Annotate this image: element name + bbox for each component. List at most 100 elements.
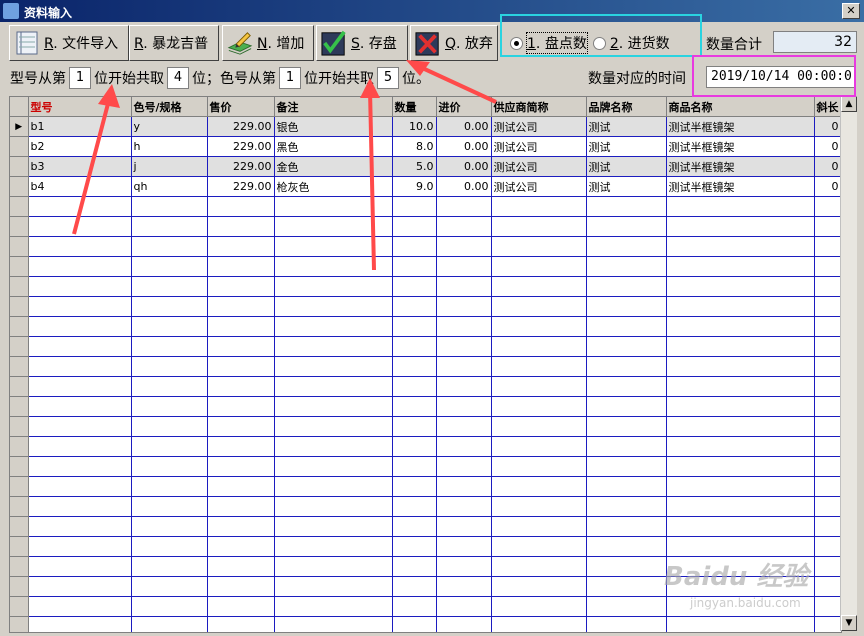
cell-price[interactable]: 229.00 xyxy=(207,136,275,157)
empty-cell[interactable] xyxy=(28,376,132,397)
empty-cell[interactable] xyxy=(491,376,587,397)
empty-cell[interactable] xyxy=(274,296,393,317)
table-row[interactable] xyxy=(10,256,841,277)
table-row[interactable] xyxy=(10,216,841,237)
cell-price[interactable]: 229.00 xyxy=(207,156,275,177)
empty-cell[interactable] xyxy=(207,256,275,277)
empty-cell[interactable] xyxy=(586,316,667,337)
cell-quantity[interactable]: 9.0 xyxy=(392,176,437,197)
empty-cell[interactable] xyxy=(274,196,393,217)
empty-cell[interactable] xyxy=(28,476,132,497)
table-row[interactable] xyxy=(10,376,841,397)
cell-color[interactable]: h xyxy=(131,136,208,157)
empty-cell[interactable] xyxy=(207,276,275,297)
empty-cell[interactable] xyxy=(436,296,492,317)
empty-cell[interactable] xyxy=(814,456,841,477)
cell-model[interactable]: b1 xyxy=(28,116,132,137)
empty-cell[interactable] xyxy=(131,276,208,297)
empty-cell[interactable] xyxy=(131,396,208,417)
empty-cell[interactable] xyxy=(586,376,667,397)
empty-cell[interactable] xyxy=(28,576,132,597)
empty-cell[interactable] xyxy=(207,336,275,357)
empty-cell[interactable] xyxy=(436,316,492,337)
table-row[interactable] xyxy=(10,476,841,497)
color-start-input[interactable]: 1 xyxy=(279,67,301,89)
empty-cell[interactable] xyxy=(131,596,208,617)
empty-cell[interactable] xyxy=(436,576,492,597)
empty-cell[interactable] xyxy=(666,396,815,417)
cell-cost[interactable]: 0.00 xyxy=(436,116,492,137)
empty-cell[interactable] xyxy=(207,436,275,457)
cell-length[interactable]: 0 xyxy=(814,116,841,137)
empty-cell[interactable] xyxy=(28,556,132,577)
cell-quantity[interactable]: 10.0 xyxy=(392,116,437,137)
empty-cell[interactable] xyxy=(436,276,492,297)
empty-cell[interactable] xyxy=(666,376,815,397)
empty-cell[interactable] xyxy=(666,316,815,337)
empty-cell[interactable] xyxy=(274,256,393,277)
empty-cell[interactable] xyxy=(814,356,841,377)
cell-length[interactable]: 0 xyxy=(814,136,841,157)
empty-cell[interactable] xyxy=(28,596,132,617)
empty-cell[interactable] xyxy=(392,416,437,437)
empty-cell[interactable] xyxy=(436,336,492,357)
purchase-radio-label[interactable]: 2. 进货数 xyxy=(610,33,670,53)
empty-cell[interactable] xyxy=(131,516,208,537)
table-row[interactable] xyxy=(10,436,841,457)
cell-color[interactable]: qh xyxy=(131,176,208,197)
empty-cell[interactable] xyxy=(586,256,667,277)
col-header-remark[interactable]: 备注 xyxy=(274,97,393,117)
empty-cell[interactable] xyxy=(207,216,275,237)
empty-cell[interactable] xyxy=(274,276,393,297)
add-button[interactable]: N. 增加 xyxy=(222,25,314,61)
cell-product[interactable]: 测试半框镜架 xyxy=(666,136,815,157)
empty-cell[interactable] xyxy=(666,616,815,632)
empty-cell[interactable] xyxy=(586,476,667,497)
empty-cell[interactable] xyxy=(491,576,587,597)
empty-cell[interactable] xyxy=(28,616,132,632)
empty-cell[interactable] xyxy=(814,476,841,497)
empty-cell[interactable] xyxy=(814,256,841,277)
cell-supplier[interactable]: 测试公司 xyxy=(491,156,587,177)
empty-cell[interactable] xyxy=(586,536,667,557)
empty-cell[interactable] xyxy=(131,416,208,437)
empty-cell[interactable] xyxy=(814,276,841,297)
empty-cell[interactable] xyxy=(131,476,208,497)
empty-cell[interactable] xyxy=(436,376,492,397)
empty-cell[interactable] xyxy=(207,376,275,397)
empty-cell[interactable] xyxy=(436,456,492,477)
cell-price[interactable]: 229.00 xyxy=(207,116,275,137)
empty-cell[interactable] xyxy=(131,316,208,337)
empty-cell[interactable] xyxy=(28,216,132,237)
table-row[interactable] xyxy=(10,456,841,477)
empty-cell[interactable] xyxy=(392,576,437,597)
empty-cell[interactable] xyxy=(392,196,437,217)
empty-cell[interactable] xyxy=(491,396,587,417)
empty-cell[interactable] xyxy=(586,456,667,477)
empty-cell[interactable] xyxy=(491,476,587,497)
empty-cell[interactable] xyxy=(491,596,587,617)
cell-length[interactable]: 0 xyxy=(814,156,841,177)
empty-cell[interactable] xyxy=(28,236,132,257)
empty-cell[interactable] xyxy=(392,296,437,317)
col-header-cost[interactable]: 进价 xyxy=(436,97,492,117)
empty-cell[interactable] xyxy=(131,356,208,377)
cell-product[interactable]: 测试半框镜架 xyxy=(666,156,815,177)
cell-brand[interactable]: 测试 xyxy=(586,116,667,137)
empty-cell[interactable] xyxy=(436,256,492,277)
empty-cell[interactable] xyxy=(28,456,132,477)
empty-cell[interactable] xyxy=(274,616,393,632)
empty-cell[interactable] xyxy=(207,196,275,217)
cell-cost[interactable]: 0.00 xyxy=(436,136,492,157)
empty-cell[interactable] xyxy=(392,596,437,617)
empty-cell[interactable] xyxy=(274,336,393,357)
empty-cell[interactable] xyxy=(814,396,841,417)
empty-cell[interactable] xyxy=(207,556,275,577)
empty-cell[interactable] xyxy=(586,556,667,577)
empty-cell[interactable] xyxy=(131,576,208,597)
cell-model[interactable]: b3 xyxy=(28,156,132,177)
col-header-product[interactable]: 商品名称 xyxy=(666,97,815,117)
empty-cell[interactable] xyxy=(28,536,132,557)
empty-cell[interactable] xyxy=(586,276,667,297)
table-row[interactable] xyxy=(10,336,841,357)
